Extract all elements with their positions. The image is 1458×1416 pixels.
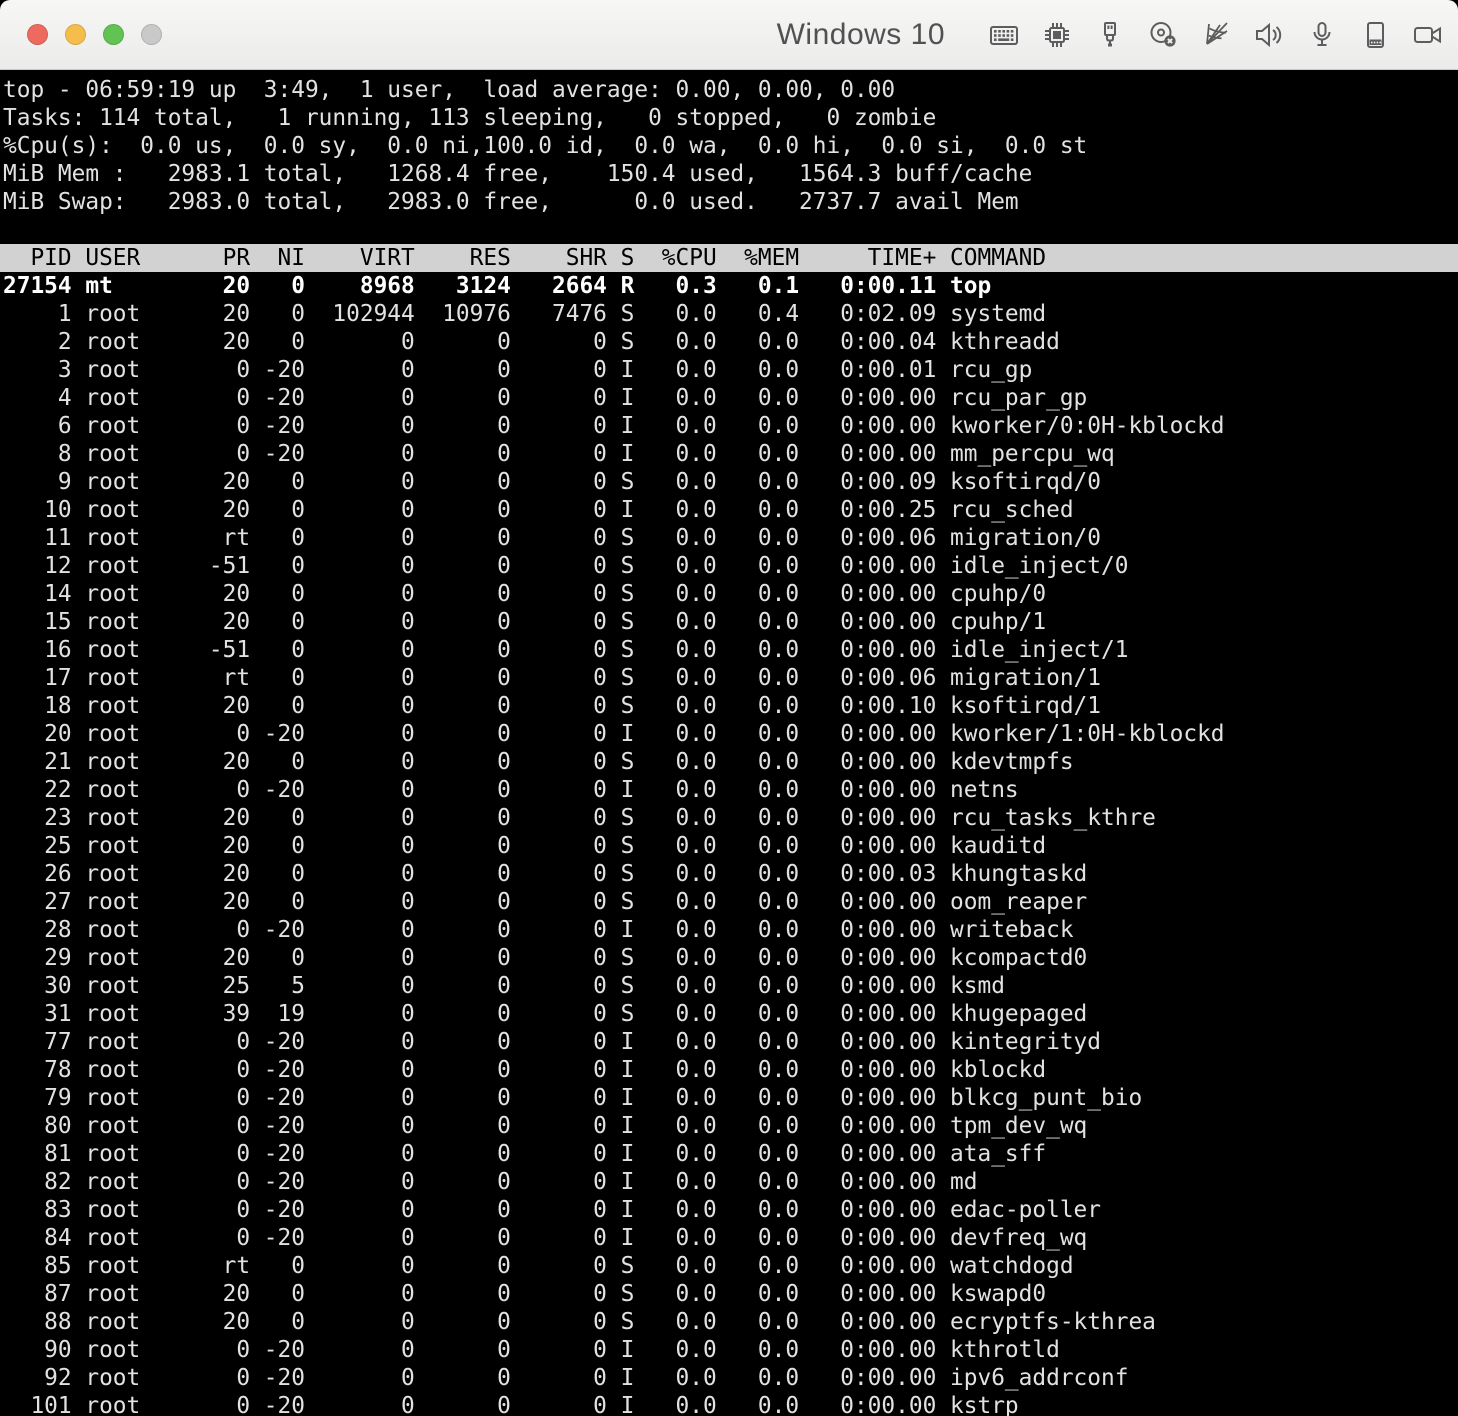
traffic-lights — [27, 24, 162, 45]
zoom-button[interactable] — [103, 24, 124, 45]
optical-disc-icon[interactable] — [1147, 19, 1179, 51]
process-row: 78 root 0 -20 0 0 0 I 0.0 0.0 0:00.00 kb… — [3, 1057, 1047, 1083]
process-row: 83 root 0 -20 0 0 0 I 0.0 0.0 0:00.00 ed… — [3, 1197, 1101, 1223]
process-row: 21 root 20 0 0 0 0 S 0.0 0.0 0:00.00 kde… — [3, 749, 1074, 775]
process-row: 27 root 20 0 0 0 0 S 0.0 0.0 0:00.00 oom… — [3, 889, 1088, 915]
process-row: 87 root 20 0 0 0 0 S 0.0 0.0 0:00.00 ksw… — [3, 1281, 1047, 1307]
process-row: 12 root -51 0 0 0 0 S 0.0 0.0 0:00.00 id… — [3, 553, 1129, 579]
vm-window: Windows 10 top - 06:59:19 up 3:49, 1 use… — [0, 0, 1458, 1416]
process-row: 4 root 0 -20 0 0 0 I 0.0 0.0 0:00.00 rcu… — [3, 385, 1088, 411]
top-summary-line: MiB Mem : 2983.1 total, 1268.4 free, 150… — [3, 161, 1033, 187]
process-row: 3 root 0 -20 0 0 0 I 0.0 0.0 0:00.01 rcu… — [3, 357, 1047, 383]
titlebar-right: Windows 10 — [777, 18, 1444, 52]
process-row: 88 root 20 0 0 0 0 S 0.0 0.0 0:00.00 ecr… — [3, 1309, 1156, 1335]
process-table-header: PID USER PR NI VIRT RES SHR S %CPU %MEM … — [0, 244, 1458, 272]
cpu-icon[interactable] — [1041, 19, 1073, 51]
process-row: 82 root 0 -20 0 0 0 I 0.0 0.0 0:00.00 md — [3, 1169, 1047, 1195]
process-row: 84 root 0 -20 0 0 0 I 0.0 0.0 0:00.00 de… — [3, 1225, 1088, 1251]
process-row: 29 root 20 0 0 0 0 S 0.0 0.0 0:00.00 kco… — [3, 945, 1088, 971]
process-row: 79 root 0 -20 0 0 0 I 0.0 0.0 0:00.00 bl… — [3, 1085, 1143, 1111]
network-icon[interactable] — [1200, 19, 1232, 51]
process-row: 81 root 0 -20 0 0 0 I 0.0 0.0 0:00.00 at… — [3, 1141, 1047, 1167]
process-row: 15 root 20 0 0 0 0 S 0.0 0.0 0:00.00 cpu… — [3, 609, 1047, 635]
process-row: 8 root 0 -20 0 0 0 I 0.0 0.0 0:00.00 mm_… — [3, 441, 1115, 467]
usb-icon[interactable] — [1094, 19, 1126, 51]
process-row: 90 root 0 -20 0 0 0 I 0.0 0.0 0:00.00 kt… — [3, 1337, 1060, 1363]
process-row: 31 root 39 19 0 0 0 S 0.0 0.0 0:00.00 kh… — [3, 1001, 1088, 1027]
process-row: 23 root 20 0 0 0 0 S 0.0 0.0 0:00.00 rcu… — [3, 805, 1156, 831]
top-summary-line: Tasks: 114 total, 1 running, 113 sleepin… — [3, 105, 937, 131]
process-row: 26 root 20 0 0 0 0 S 0.0 0.0 0:00.03 khu… — [3, 861, 1088, 887]
process-row: 17 root rt 0 0 0 0 S 0.0 0.0 0:00.06 mig… — [3, 665, 1101, 691]
process-row: 77 root 0 -20 0 0 0 I 0.0 0.0 0:00.00 ki… — [3, 1029, 1101, 1055]
window-titlebar[interactable]: Windows 10 — [0, 0, 1458, 70]
process-row: 6 root 0 -20 0 0 0 I 0.0 0.0 0:00.00 kwo… — [3, 413, 1225, 439]
process-row: 30 root 25 5 0 0 0 S 0.0 0.0 0:00.00 ksm… — [3, 973, 1047, 999]
process-row: 28 root 0 -20 0 0 0 I 0.0 0.0 0:00.00 wr… — [3, 917, 1074, 943]
process-row: 85 root rt 0 0 0 0 S 0.0 0.0 0:00.00 wat… — [3, 1253, 1074, 1279]
status-icons — [988, 19, 1444, 51]
window-options-button[interactable] — [141, 24, 162, 45]
process-row: 14 root 20 0 0 0 0 S 0.0 0.0 0:00.00 cpu… — [3, 581, 1047, 607]
process-row: 101 root 0 -20 0 0 0 I 0.0 0.0 0:00.00 k… — [3, 1393, 1047, 1416]
window-title: Windows 10 — [776, 17, 945, 51]
top-summary-line: %Cpu(s): 0.0 us, 0.0 sy, 0.0 ni,100.0 id… — [3, 133, 1088, 159]
minimize-button[interactable] — [65, 24, 86, 45]
process-row: 2 root 20 0 0 0 0 S 0.0 0.0 0:00.04 kthr… — [3, 329, 1060, 355]
process-row: 22 root 0 -20 0 0 0 I 0.0 0.0 0:00.00 ne… — [3, 777, 1047, 803]
process-row: 16 root -51 0 0 0 0 S 0.0 0.0 0:00.00 id… — [3, 637, 1129, 663]
process-row: 92 root 0 -20 0 0 0 I 0.0 0.0 0:00.00 ip… — [3, 1365, 1129, 1391]
process-row: 10 root 20 0 0 0 0 I 0.0 0.0 0:00.25 rcu… — [3, 497, 1074, 523]
process-row: 27154 mt 20 0 8968 3124 2664 R 0.3 0.1 0… — [3, 273, 1047, 299]
process-row: 25 root 20 0 0 0 0 S 0.0 0.0 0:00.00 kau… — [3, 833, 1047, 859]
terminal-screen[interactable]: top - 06:59:19 up 3:49, 1 user, load ave… — [0, 70, 1458, 1416]
top-summary-line: top - 06:59:19 up 3:49, 1 user, load ave… — [3, 77, 896, 103]
process-row: 80 root 0 -20 0 0 0 I 0.0 0.0 0:00.00 tp… — [3, 1113, 1088, 1139]
volume-icon[interactable] — [1253, 19, 1285, 51]
microphone-icon[interactable] — [1306, 19, 1338, 51]
process-row: 1 root 20 0 102944 10976 7476 S 0.0 0.4 … — [3, 301, 1047, 327]
close-button[interactable] — [27, 24, 48, 45]
process-row: 18 root 20 0 0 0 0 S 0.0 0.0 0:00.10 kso… — [3, 693, 1101, 719]
process-row: 9 root 20 0 0 0 0 S 0.0 0.0 0:00.09 ksof… — [3, 469, 1101, 495]
video-camera-icon[interactable] — [1412, 19, 1444, 51]
process-row: 20 root 0 -20 0 0 0 I 0.0 0.0 0:00.00 kw… — [3, 721, 1225, 747]
top-summary-line: MiB Swap: 2983.0 total, 2983.0 free, 0.0… — [3, 189, 1019, 215]
keyboard-icon[interactable] — [988, 19, 1020, 51]
external-drive-icon[interactable] — [1359, 19, 1391, 51]
process-row: 11 root rt 0 0 0 0 S 0.0 0.0 0:00.06 mig… — [3, 525, 1101, 551]
